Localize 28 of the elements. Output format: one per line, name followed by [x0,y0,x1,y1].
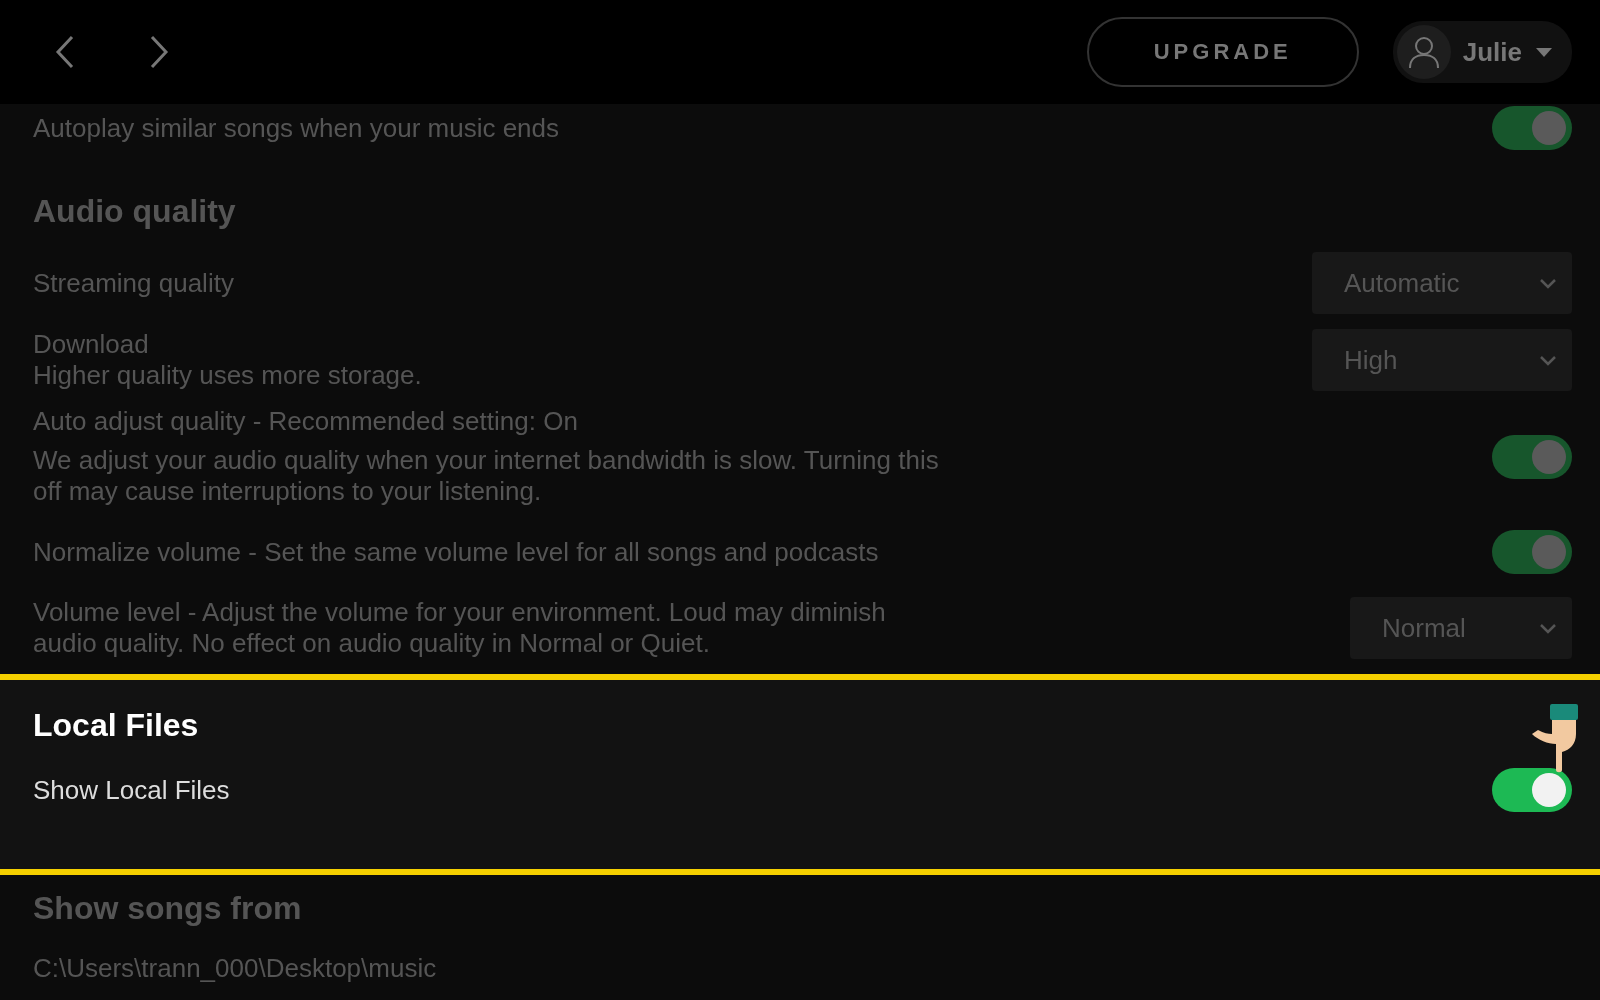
section-heading: Show songs from [33,889,302,928]
folder-path: C:\Users\trann_000\Desktop\music [33,953,438,984]
setting-label: Show Local Files [33,774,231,806]
dropdown[interactable]: Normal [1350,597,1572,659]
user-menu[interactable]: Julie [1392,21,1572,83]
setting-label: Download [33,329,150,360]
chevron-down-icon [1538,353,1558,367]
dropdown[interactable]: Automatic [1312,252,1572,314]
section-heading: Audio quality [33,192,236,231]
chevron-down-icon [1538,276,1558,290]
dropdown[interactable]: High [1312,329,1572,391]
chevron-down-icon [1538,621,1558,635]
setting-description: Higher quality uses more storage. [33,360,423,391]
setting-label: Autoplay similar songs when your music ends [33,112,560,144]
toggle-switch[interactable] [1492,434,1572,479]
setting-label: Auto adjust quality - Recommended setting: On [33,406,579,437]
user-avatar-icon [1407,35,1440,69]
caret-icon [1534,46,1554,58]
upgrade-button[interactable]: UPGRADE [1086,17,1359,87]
section-heading: Local Files [33,706,199,745]
setting-label: Normalize volume - Set the same volume level for all songs and podcasts [33,536,880,568]
setting-label: Volume level - Adjust the volume for your environment. Loud may diminish audio quality. No effect on audio quality in Normal or Quiet. [33,597,887,659]
toggle-switch[interactable] [1492,768,1572,812]
setting-label: Streaming quality [33,267,235,299]
toggle-switch[interactable] [1492,530,1572,574]
user-name: Julie [1462,36,1522,68]
toggle-switch[interactable] [1492,106,1572,150]
setting-description: We adjust your audio quality when your internet bandwidth is slow. Turning this off may cause interruptions to your listening. [33,445,940,507]
